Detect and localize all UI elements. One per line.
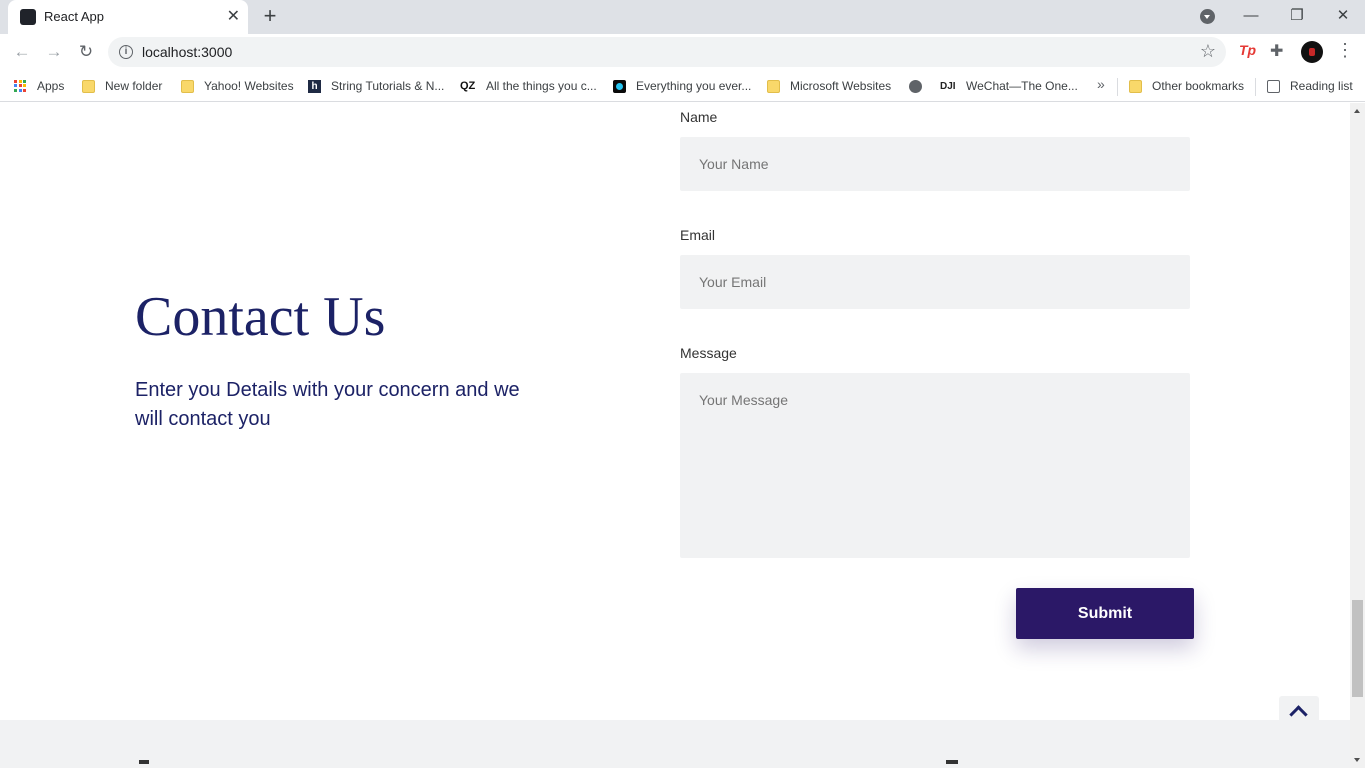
reload-icon[interactable]: ↻ — [74, 40, 98, 64]
folder-icon — [767, 79, 780, 93]
bookmark-globe[interactable] — [909, 77, 932, 95]
qz-icon: QZ — [460, 79, 476, 92]
extensions-puzzle-icon[interactable]: ✚ — [1270, 41, 1283, 61]
globe-icon — [909, 79, 922, 93]
bookmark-label: Other bookmarks — [1152, 79, 1245, 93]
email-label: Email — [680, 227, 716, 243]
bookmark-wechat[interactable]: DJI WeChat—The One... — [940, 77, 1078, 95]
scroll-to-top-button[interactable] — [1279, 696, 1319, 726]
hashnode-icon: h — [308, 79, 321, 93]
bookmark-label: Apps — [37, 79, 65, 93]
address-bar[interactable]: i localhost:3000 ☆ — [108, 37, 1226, 67]
bookmark-label: Everything you ever... — [636, 79, 752, 93]
footer-text-fragment — [139, 760, 149, 764]
bookmark-label: WeChat—The One... — [966, 79, 1078, 93]
scroll-up-arrow-icon[interactable] — [1354, 109, 1360, 113]
browser-tab[interactable]: React App ✕ — [8, 0, 248, 34]
email-input[interactable] — [680, 255, 1190, 309]
bookmark-string-tutorials[interactable]: h String Tutorials & N... — [308, 77, 444, 95]
reading-list-icon — [1267, 79, 1280, 93]
site-info-icon[interactable]: i — [119, 45, 133, 59]
site-icon — [613, 79, 626, 93]
react-favicon-icon — [20, 9, 36, 25]
profile-avatar[interactable] — [1301, 41, 1323, 63]
bookmarks-overflow-button[interactable]: » — [1097, 76, 1105, 92]
page-subtitle: Enter you Details with your concern and … — [135, 379, 520, 430]
page-title: Contact Us — [135, 286, 386, 348]
minimize-button[interactable]: — — [1231, 4, 1271, 30]
page-scrollbar[interactable] — [1350, 103, 1365, 768]
bookmark-yahoo-websites[interactable]: Yahoo! Websites — [181, 77, 294, 95]
extension-tp-icon[interactable]: Tp — [1239, 42, 1256, 58]
tab-title: React App — [44, 9, 104, 24]
folder-icon — [82, 79, 95, 93]
bookmark-label: Yahoo! Websites — [204, 79, 294, 93]
bookmark-label: Microsoft Websites — [790, 79, 892, 93]
scrollbar-thumb[interactable] — [1352, 600, 1363, 697]
footer-text-fragment — [946, 760, 958, 764]
window-close-button[interactable]: ✕ — [1323, 4, 1363, 30]
tab-close-icon[interactable]: ✕ — [227, 7, 240, 27]
bookmark-everything[interactable]: Everything you ever... — [613, 77, 751, 95]
name-input[interactable] — [680, 137, 1190, 191]
page-content: Contact Us Enter you Details with your c… — [0, 103, 1350, 768]
bookmarks-bar: Apps New folder Yahoo! Websites h String… — [0, 70, 1365, 102]
message-textarea[interactable] — [680, 373, 1190, 558]
tab-search-icon[interactable] — [1200, 9, 1215, 24]
tab-bar: React App ✕ + — ❐ ✕ — [0, 0, 1365, 34]
footer — [0, 720, 1350, 768]
bookmark-label: All the things you c... — [486, 79, 597, 93]
bookmark-label: String Tutorials & N... — [331, 79, 445, 93]
scroll-down-arrow-icon[interactable] — [1354, 758, 1360, 762]
bookmark-apps[interactable]: Apps — [14, 77, 64, 95]
folder-icon — [1129, 79, 1142, 93]
folder-icon — [181, 79, 194, 93]
browser-toolbar: ← → ↻ i localhost:3000 ☆ — [0, 34, 1365, 70]
bookmark-new-folder[interactable]: New folder — [82, 77, 162, 95]
back-arrow-icon[interactable]: ← — [10, 40, 34, 64]
bookmark-qz[interactable]: QZ All the things you c... — [460, 77, 597, 95]
bookmark-label: New folder — [105, 79, 163, 93]
name-label: Name — [680, 109, 718, 125]
browser-menu-icon[interactable]: ⋮ — [1336, 40, 1354, 61]
new-tab-button[interactable]: + — [258, 4, 282, 28]
reading-list[interactable]: Reading list — [1267, 77, 1353, 95]
bookmark-star-icon[interactable]: ☆ — [1200, 41, 1216, 62]
bookmarks-separator — [1117, 78, 1118, 96]
reading-list-label: Reading list — [1290, 79, 1353, 93]
apps-grid-icon — [14, 79, 27, 93]
url-text[interactable]: localhost:3000 — [142, 44, 232, 60]
bookmarks-separator — [1255, 78, 1256, 96]
bookmark-microsoft-websites[interactable]: Microsoft Websites — [767, 77, 891, 95]
bookmark-other[interactable]: Other bookmarks — [1129, 77, 1244, 95]
restore-button[interactable]: ❐ — [1277, 4, 1317, 30]
submit-button[interactable]: Submit — [1016, 588, 1194, 639]
forward-arrow-icon[interactable]: → — [42, 40, 66, 64]
message-label: Message — [680, 345, 737, 361]
dji-icon: DJI — [940, 80, 956, 92]
